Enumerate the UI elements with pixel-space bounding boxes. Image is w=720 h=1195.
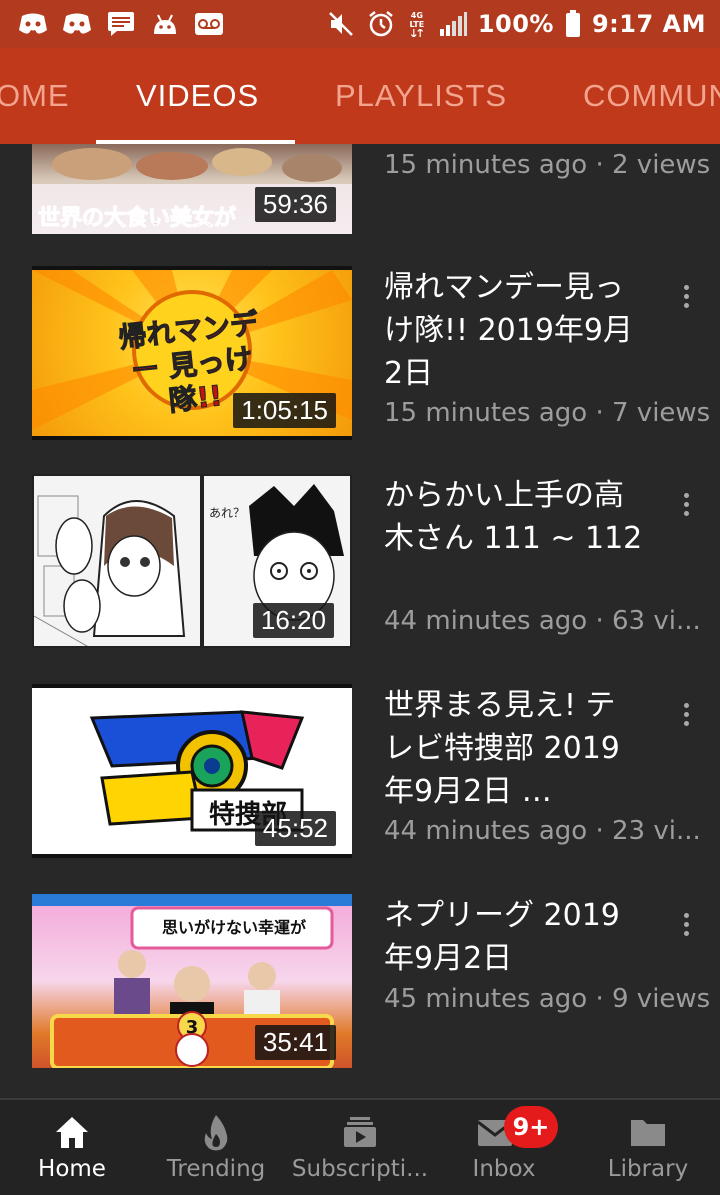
nav-label: Home bbox=[38, 1156, 106, 1182]
discord-icon bbox=[62, 11, 92, 37]
home-icon bbox=[52, 1112, 92, 1152]
video-duration: 1:05:15 bbox=[233, 393, 336, 428]
tab-community[interactable]: COMMUN bbox=[583, 48, 720, 144]
android-icon bbox=[150, 11, 180, 37]
clock: 9:17 AM bbox=[591, 10, 706, 38]
nav-label: Subscripti... bbox=[291, 1156, 429, 1182]
video-title[interactable]: からかい上手の高木さん 111 ~ 112 bbox=[384, 474, 644, 560]
bottom-navigation: Home Trending Subscripti... 9+ Inbox Lib… bbox=[0, 1098, 720, 1195]
video-thumbnail[interactable]: 3 思いがけない幸運が 35:41 bbox=[32, 894, 352, 1068]
notification-icons bbox=[0, 11, 224, 37]
thumbnail-caption: あれ？ bbox=[209, 506, 246, 520]
thumbnail-caption: 世界の大食い美女が bbox=[37, 206, 237, 232]
more-options-icon[interactable] bbox=[676, 694, 696, 734]
nav-home[interactable]: Home bbox=[0, 1100, 144, 1195]
network-label: 4G LTE bbox=[409, 11, 425, 29]
channel-tab-bar: OME VIDEOS PLAYLISTS COMMUN bbox=[0, 48, 720, 144]
video-title[interactable]: 帰れマンデー見っけ隊!! 2019年9月2日 bbox=[384, 266, 644, 395]
status-bar: 4G LTE 100% 9:17 AM bbox=[0, 0, 720, 48]
video-thumbnail[interactable]: 特捜部 45:52 bbox=[32, 684, 352, 858]
discord-icon bbox=[18, 11, 48, 37]
video-thumbnail[interactable]: 世界の大食い美女が 59:36 bbox=[32, 144, 352, 234]
video-duration: 59:36 bbox=[254, 187, 336, 222]
nav-trending[interactable]: Trending bbox=[144, 1100, 288, 1195]
mute-icon bbox=[326, 11, 356, 37]
video-duration: 45:52 bbox=[254, 811, 336, 846]
alarm-icon bbox=[366, 11, 396, 37]
voicemail-icon bbox=[194, 11, 224, 37]
nav-label: Library bbox=[607, 1156, 689, 1182]
tab-videos[interactable]: VIDEOS bbox=[136, 48, 259, 144]
video-meta: 15 minutes ago · 7 views bbox=[384, 398, 711, 428]
system-status: 4G LTE 100% 9:17 AM bbox=[326, 10, 720, 38]
video-thumbnail[interactable]: 帰れマンデー 見っけ隊!! 1:05:15 bbox=[32, 266, 352, 440]
tab-home[interactable]: OME bbox=[0, 48, 70, 144]
video-item[interactable]: 特捜部 45:52 世界まる見え! テレビ特捜部 2019年9月2日 … 44 … bbox=[0, 684, 720, 874]
more-options-icon[interactable] bbox=[676, 484, 696, 524]
more-options-icon[interactable] bbox=[676, 904, 696, 944]
nav-subscriptions[interactable]: Subscripti... bbox=[288, 1100, 432, 1195]
video-duration: 16:20 bbox=[252, 603, 334, 638]
nav-inbox[interactable]: 9+ Inbox bbox=[432, 1100, 576, 1195]
inbox-badge: 9+ bbox=[504, 1106, 558, 1148]
tab-playlists[interactable]: PLAYLISTS bbox=[335, 48, 507, 144]
video-title[interactable]: 世界まる見え! テレビ特捜部 2019年9月2日 … bbox=[384, 684, 644, 813]
video-item[interactable]: 帰れマンデー 見っけ隊!! 1:05:15 帰れマンデー見っけ隊!! 2019年… bbox=[0, 266, 720, 456]
video-duration: 35:41 bbox=[254, 1025, 336, 1060]
nav-label: Inbox bbox=[472, 1156, 536, 1182]
message-icon bbox=[106, 11, 136, 37]
video-meta: 15 minutes ago · 2 views bbox=[384, 150, 711, 180]
battery-percent: 100% bbox=[477, 10, 554, 38]
nav-library[interactable]: Library bbox=[576, 1100, 720, 1195]
video-meta: 45 minutes ago · 9 views bbox=[384, 984, 711, 1014]
battery-icon bbox=[564, 10, 582, 37]
flame-icon bbox=[196, 1112, 236, 1152]
video-item[interactable]: 世界の大食い美女が 59:36 15 minutes ago · 2 views bbox=[0, 144, 720, 244]
video-title[interactable]: ネプリーグ 2019年9月2日 bbox=[384, 894, 644, 980]
video-meta: 44 minutes ago · 63 vi... bbox=[384, 606, 701, 636]
signal-icon bbox=[438, 11, 468, 37]
nav-label: Trending bbox=[166, 1156, 266, 1182]
subscriptions-icon bbox=[340, 1112, 380, 1152]
more-options-icon[interactable] bbox=[676, 276, 696, 316]
video-item[interactable]: 3 思いがけない幸運が 35:41 ネプリーグ 2019年9月2日 45 min… bbox=[0, 894, 720, 1084]
video-item[interactable]: あれ？ 16:20 からかい上手の高木さん 111 ~ 112 44 minut… bbox=[0, 474, 720, 664]
folder-icon bbox=[628, 1112, 668, 1152]
lte-icon: 4G LTE bbox=[406, 11, 428, 37]
video-meta: 44 minutes ago · 23 vi... bbox=[384, 816, 701, 846]
video-thumbnail[interactable]: あれ？ 16:20 bbox=[32, 474, 352, 648]
thumbnail-caption: 思いがけない幸運が bbox=[161, 918, 306, 937]
